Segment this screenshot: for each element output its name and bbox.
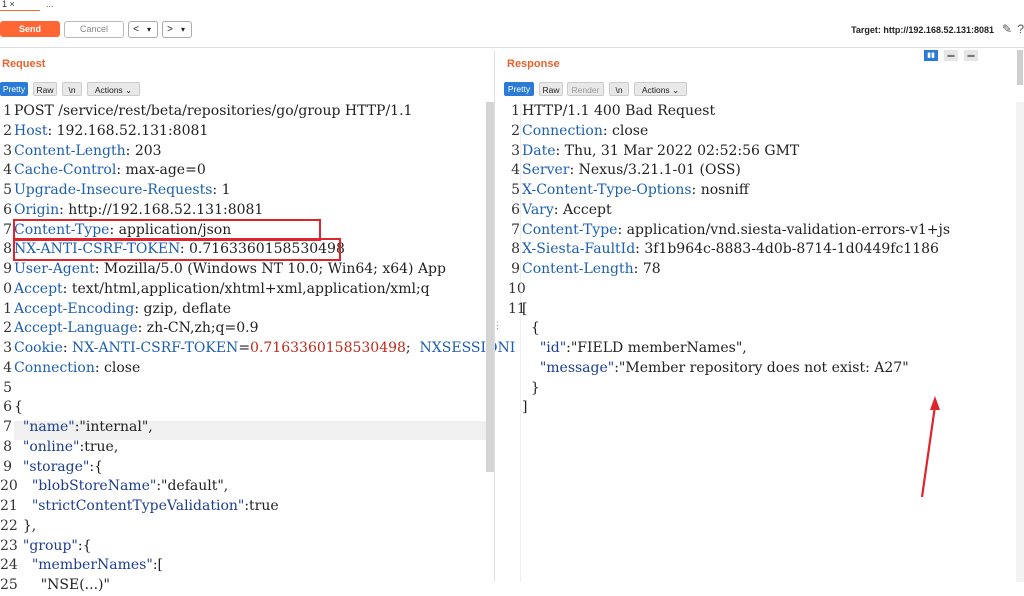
annotation-arrow: [920, 396, 940, 498]
arrow-head: [930, 396, 940, 410]
arrow-shaft: [920, 405, 937, 498]
